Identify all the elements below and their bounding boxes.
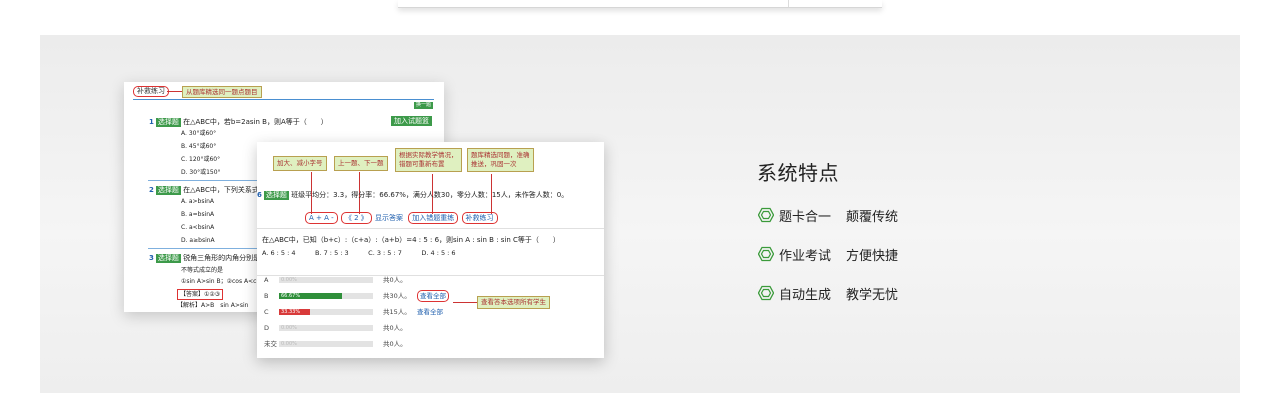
student-count: 共0人。 [383, 340, 407, 348]
option-row: D 0.00% 共0人。 [257, 321, 604, 335]
callout-line: 错题可重新布置 [399, 160, 445, 168]
question-type-tag: 选择题 [263, 191, 289, 200]
hexagon-bullet-icon [758, 246, 774, 262]
prev-next-callout: 上一题、下一题 [334, 156, 388, 171]
feature-label: 作业考试 [779, 249, 832, 264]
feature-detail: 方便快捷 [846, 249, 899, 264]
percentage-label: 33.33% [281, 309, 301, 315]
student-count: 共30人。 [383, 292, 411, 300]
show-answer-link[interactable]: 显示答案 [375, 214, 403, 222]
callout-line: 根据实际教学情况， [399, 151, 458, 159]
option-row: A 0.00% 共0人。 [257, 273, 604, 287]
font-size-control[interactable]: A + A - [305, 212, 338, 224]
percentage-bar: 0.00% [279, 341, 373, 347]
question-text: 在△ABC中，已知（b+c）:（c+a）:（a+b）=4 : 5 : 6，则si… [262, 236, 560, 244]
option: A. a>bsinA [181, 198, 215, 205]
practice-title: 补救练习 [133, 86, 169, 97]
question-type-tag: 选择题 [155, 118, 181, 127]
question-3-text: 锐角三角形的内角分别是 [183, 254, 261, 262]
practice-callout: 题库精选同题，准确 推送，巩固一次 [467, 148, 534, 172]
question-1-number: 1 [149, 118, 154, 126]
question-number: 6 [257, 191, 262, 199]
feature-detail: 教学无忧 [846, 288, 899, 303]
question-2: 2 选择题 在△ABC中，下列关系式 [149, 186, 259, 195]
redo-callout: 根据实际教学情况， 错题可重新布置 [395, 148, 462, 172]
percentage-bar: 0.00% [279, 277, 373, 283]
callout-line: 推送，巩固一次 [471, 160, 517, 168]
question-choices: A. 6 : 5 : 4 B. 7 : 5 : 3 C. 3 : 5 : 7 D… [262, 249, 456, 257]
student-count: 共0人。 [383, 276, 407, 284]
features-title: 系统特点 [757, 161, 839, 185]
student-count: 共15人。 [383, 308, 411, 316]
callout-connector [167, 91, 182, 92]
percentage-bar: 0.00% [279, 325, 373, 331]
option: B. 45°或60° [181, 143, 217, 150]
percentage-bar: 66.67% [279, 293, 373, 299]
option: C. 120°或60° [181, 156, 221, 163]
view-all-link[interactable]: 查看全部 [417, 290, 449, 302]
question-type-tag: 选择题 [155, 186, 181, 195]
upper-card-divider [788, 0, 789, 7]
option-label: D [264, 324, 270, 332]
percentage-label: 0.00% [281, 277, 297, 283]
hexagon-bullet-icon [758, 285, 774, 301]
divider [257, 228, 604, 229]
remedial-practice-button[interactable]: 补救练习 [461, 212, 498, 224]
student-count: 共0人。 [383, 324, 407, 332]
header-rule [133, 99, 434, 100]
question-2-options: A. a>bsinA B. a=bsinA C. a<bsinA D. a≥bs… [181, 195, 215, 247]
stats-text: 班级平均分：3.3，得分率：66.67%，满分人数30，零分人数：15人，未作答… [291, 191, 569, 199]
option-row: 未交 0.00% 共0人。 [257, 337, 604, 351]
question-nav-control[interactable]: 《 2 》 [340, 212, 372, 224]
percentage-label: 0.00% [281, 325, 297, 331]
question-3-line: ①sin A>sin B；②cos A<c [181, 278, 257, 285]
option-label: C [264, 308, 269, 316]
question-1: 1 选择题 在△ABC中，若b=2asin B，则A等于（ ） [149, 118, 328, 127]
question-3-line: 不等式成立的是 [181, 267, 224, 274]
option: D. a≥bsinA [181, 237, 215, 244]
question-type-tag: 选择题 [155, 254, 181, 263]
option-label: B [264, 292, 269, 300]
add-to-basket-button[interactable]: 加入试题篮 [391, 116, 432, 126]
select-callout: 从题库精选同一题点题目 [182, 86, 262, 98]
question-2-number: 2 [149, 186, 154, 194]
redo-wrong-button[interactable]: 加入错题重练 [408, 212, 459, 224]
analysis-line: 【解析】A>B sin A>sin [177, 302, 249, 309]
option-label: 未交 [264, 340, 277, 348]
feature-label: 自动生成 [779, 288, 832, 303]
upper-card-edge [398, 0, 882, 8]
view-all-link[interactable]: 查看全部 [417, 305, 443, 319]
percentage-label: 66.67% [281, 293, 301, 299]
callout-connector [453, 302, 477, 303]
change-question-button[interactable]: 换一题 [414, 102, 434, 109]
answer-line: 【答案】①②③ [177, 289, 224, 300]
percentage-label: 0.00% [281, 341, 297, 347]
feature-detail: 颠覆传统 [846, 210, 899, 225]
feature-label: 题卡合一 [779, 210, 832, 225]
question-2-text: 在△ABC中，下列关系式 [183, 186, 259, 194]
option-label: A [264, 276, 269, 284]
option-row: C 33.33% 共15人。 查看全部 [257, 305, 604, 319]
option: A. 30°或60° [181, 130, 217, 137]
option-row: B 66.67% 共30人。 查看全部 [257, 289, 604, 303]
hexagon-bullet-icon [758, 207, 774, 223]
practice-header: 补救练习 [133, 86, 169, 97]
option: D. 30°或150° [181, 169, 221, 176]
font-size-callout: 加大、减小字号 [273, 156, 327, 171]
callout-line: 题库精选同题，准确 [471, 151, 530, 159]
question-controls: A + A - 《 2 》 显示答案 加入错题重练 补救练习 [305, 212, 499, 224]
question-3: 3 选择题 锐角三角形的内角分别是 [149, 254, 260, 263]
question-1-text: 在△ABC中，若b=2asin B，则A等于（ ） [183, 118, 328, 126]
class-stats-line: 6 选择题 班级平均分：3.3，得分率：66.67%，满分人数30，零分人数：15… [257, 190, 568, 200]
option: C. a<bsinA [181, 224, 215, 231]
option: B. a=bsinA [181, 211, 215, 218]
view-students-callout: 查看答本选项所有学生 [477, 296, 550, 309]
callout-row: 加大、减小字号 上一题、下一题 根据实际教学情况， 错题可重新布置 题库精选同题… [257, 142, 604, 186]
question-1-options: A. 30°或60° B. 45°或60° C. 120°或60° D. 30°… [181, 127, 221, 179]
percentage-bar: 33.33% [279, 309, 373, 315]
class-statistics-screenshot: 加大、减小字号 上一题、下一题 根据实际教学情况， 错题可重新布置 题库精选同题… [257, 142, 604, 358]
question-3-number: 3 [149, 254, 154, 262]
